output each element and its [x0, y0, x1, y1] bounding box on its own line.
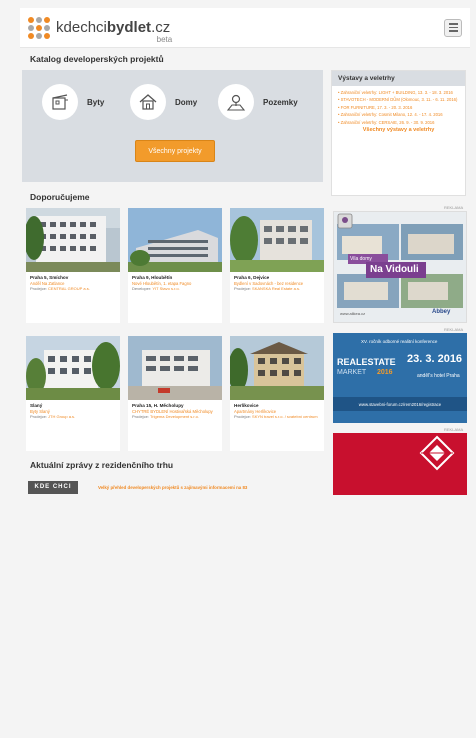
hamburger-menu-icon[interactable] — [444, 18, 462, 37]
vidouli-title: Na Vidouli — [370, 264, 419, 275]
project-photo — [230, 336, 324, 400]
events-list: Zahraniční veletrhy: LIGHT + BUILDING, 1… — [332, 86, 465, 125]
events-title: Výstavy a veletrhy — [332, 71, 465, 86]
ad-label: REKLAMA — [444, 427, 464, 432]
category-pozemky[interactable]: Pozemky — [218, 84, 298, 120]
events-panel: Výstavy a veletrhy Zahraniční veletrhy: … — [331, 70, 466, 196]
seller-label: Developer: — [132, 286, 152, 292]
beta-label: beta — [156, 35, 173, 44]
house-icon — [130, 84, 166, 120]
category-byty[interactable]: Byty — [42, 84, 104, 120]
project-card[interactable]: Herlíkovice Apartmány Herlíkovice Prodej… — [230, 336, 324, 451]
catalog-title: Katalog developerských projektů — [30, 54, 164, 64]
project-photo — [128, 336, 222, 400]
all-projects-button[interactable]: Všechny projekty — [135, 140, 215, 162]
category-byty-label: Byty — [87, 97, 105, 107]
project-seller: Prodejce: JTH Group a.s. — [30, 414, 116, 419]
seller-name[interactable]: SKYN travel s.r.o. / svatební centrum — [252, 414, 318, 419]
project-card[interactable]: Praha 5, Smíchov Anděl Na Zatlance Prode… — [26, 208, 120, 323]
realestate-ad-date: 23. 3. 2016 — [407, 353, 463, 365]
catalog-panel: Byty Domy Pozemky Všechny projekty — [22, 70, 323, 182]
logo-part-bydlet: bydlet — [106, 19, 152, 36]
project-photo — [26, 208, 120, 272]
category-domy[interactable]: Domy — [130, 84, 197, 120]
site-logo[interactable]: kdechcibydlet.cz beta — [56, 19, 172, 44]
realestate-ad-name: REALESTATE — [337, 357, 396, 367]
seller-name[interactable]: Trigema Development s.r.o. — [150, 414, 199, 419]
event-link[interactable]: FOR FURNITURE, 17. 3. - 20. 3. 2016 — [338, 105, 459, 110]
project-seller: Prodejce: CENTRAL GROUP a.s. — [30, 286, 116, 291]
project-card[interactable]: Praha 6, Dejvice Bydlení v Sadovnách - b… — [230, 208, 324, 323]
realestate-ad-market: MARKET — [337, 369, 367, 376]
project-card[interactable]: Praha 9, Hloubětín Nové Hloubětín, 1. et… — [128, 208, 222, 323]
seller-label: Prodejce: — [234, 286, 251, 292]
vidouli-ad[interactable]: Vila domy Na Vidouli www.alikea.cz Abbey — [333, 211, 467, 323]
event-link[interactable]: Zahraniční veletrhy: LIGHT + BUILDING, 1… — [338, 90, 459, 95]
project-photo — [26, 336, 120, 400]
seller-name[interactable]: CENTRAL GROUP a.s. — [48, 286, 90, 291]
project-card[interactable]: Praha 15, H. Měcholupy CHYTRÉ BYDLENÍ Ho… — [128, 336, 222, 451]
news-logo: KDE CHCI — [28, 480, 78, 494]
site-header: kdechcibydlet.cz beta — [20, 8, 470, 48]
event-link[interactable]: STAVOTECH - MODERNÍ DŮM (Olomouc, 3. 11.… — [338, 97, 459, 102]
project-seller: Prodejce: SKANSKA Real Estate a.s. — [234, 286, 320, 291]
diamond-logo-icon — [419, 435, 455, 471]
news-title: Aktuální zprávy z rezidenčního trhu — [30, 460, 174, 470]
seller-name[interactable]: JTH Group a.s. — [48, 414, 75, 419]
apartment-icon — [42, 84, 78, 120]
logo-part-chci: chci — [80, 19, 107, 36]
seller-label: Prodejce: — [234, 414, 251, 420]
realestate-ad-year: 2016 — [377, 369, 393, 376]
seller-name[interactable]: SKANSKA Real Estate a.s. — [252, 286, 300, 291]
project-seller: Prodejce: Trigema Development s.r.o. — [132, 414, 218, 419]
news-headline[interactable]: Velký přehled developerských projektů s … — [98, 485, 247, 490]
realestate-market-ad[interactable]: XV. ročník odborné realitní konference R… — [333, 333, 467, 423]
project-seller: Prodejce: SKYN travel s.r.o. / svatební … — [234, 414, 320, 419]
red-banner-ad[interactable] — [333, 433, 467, 495]
category-pozemky-label: Pozemky — [263, 97, 298, 107]
seller-name[interactable]: YIT Stavo s.r.o. — [152, 286, 179, 291]
project-card[interactable]: Slaný Byty Slaný Prodejce: JTH Group a.s… — [26, 336, 120, 451]
seller-label: Prodejce: — [132, 414, 149, 420]
vidouli-tag: Vila domy — [350, 256, 372, 262]
land-plot-icon — [218, 84, 254, 120]
recommended-title: Doporučujeme — [30, 192, 90, 202]
logo-dots-icon[interactable] — [28, 16, 50, 39]
logo-part-kde: kde — [56, 19, 81, 36]
ad-label: REKLAMA — [444, 205, 464, 210]
reflection-fade — [20, 494, 470, 738]
realestate-ad-top: XV. ročník odborné realitní konference — [361, 339, 438, 344]
realestate-ad-url: www.stavebni-forum.cz/rem2016/registrace — [333, 397, 467, 411]
ad-label: REKLAMA — [444, 327, 464, 332]
seller-label: Prodejce: — [30, 286, 47, 292]
category-domy-label: Domy — [175, 97, 198, 107]
event-link[interactable]: Zahraniční veletrhy: Cosmit Milano, 12. … — [338, 112, 459, 117]
logo-suffix: .cz — [151, 19, 171, 36]
seller-label: Prodejce: — [30, 414, 47, 420]
main-content: Katalog developerských projektů Byty Dom… — [20, 50, 470, 738]
project-photo — [230, 208, 324, 272]
project-seller: Developer: YIT Stavo s.r.o. — [132, 286, 218, 291]
vidouli-brand: Abbey — [432, 309, 451, 315]
all-events-link[interactable]: Všechny výstavy a veletrhy — [332, 127, 465, 133]
realestate-ad-place: anděl's hotel Praha — [417, 373, 460, 379]
project-photo — [128, 208, 222, 272]
vidouli-url: www.alikea.cz — [340, 311, 366, 316]
event-link[interactable]: Zahraniční veletrhy: CERSAIE, 26. 9. - 3… — [338, 120, 459, 125]
